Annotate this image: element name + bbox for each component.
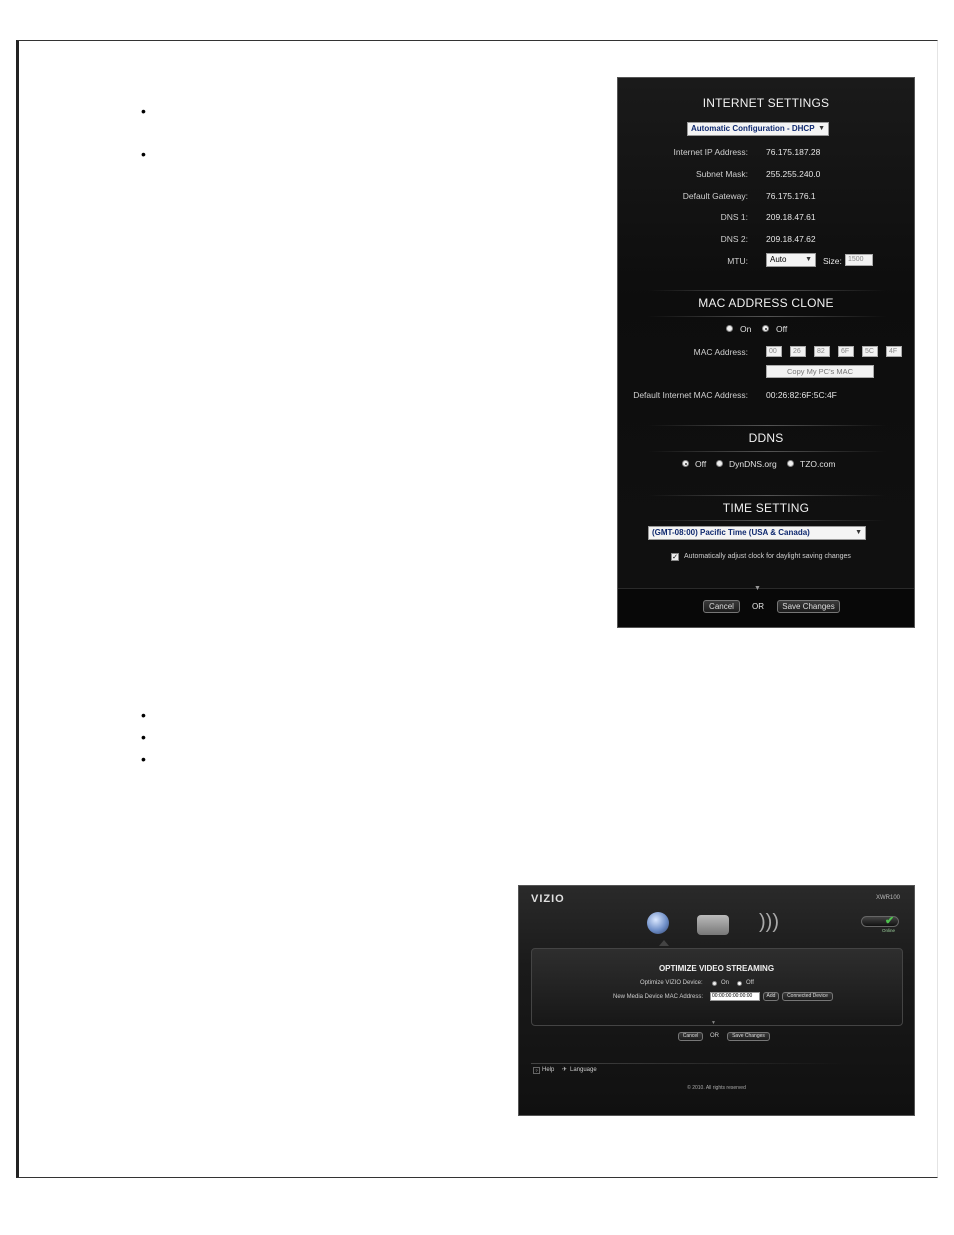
ip-address-label: Internet IP Address: <box>673 147 749 157</box>
save-changes-button[interactable]: Save Changes <box>727 1032 770 1041</box>
help-link[interactable]: Help <box>542 1067 554 1073</box>
size-label: Size: <box>823 256 842 266</box>
dns2-value: 209.18.47.62 <box>766 234 816 244</box>
mtu-size-input[interactable]: 1500 <box>845 254 873 266</box>
internet-settings-screenshot: INTERNET SETTINGS Automatic Configuratio… <box>617 77 915 628</box>
ddns-dyndns-label: DynDNS.org <box>729 459 777 469</box>
divider <box>648 451 886 452</box>
ddns-off-radio[interactable] <box>682 460 689 467</box>
bullet: • <box>141 146 146 162</box>
ddns-dyndns-radio[interactable] <box>716 460 723 467</box>
model-label: XWR100 <box>875 895 900 901</box>
internet-settings-title: INTERNET SETTINGS <box>702 96 830 110</box>
connection-type-select[interactable]: Automatic Configuration - DHCP ▼ <box>687 122 829 136</box>
cancel-button[interactable]: Cancel <box>703 600 740 613</box>
optimize-on-radio[interactable] <box>712 981 717 986</box>
chevron-down-icon: ▼ <box>711 1020 716 1026</box>
footer-bar <box>618 588 914 627</box>
settings-gear-icon[interactable] <box>647 912 669 934</box>
ddns-title: DDNS <box>748 431 784 445</box>
chevron-down-icon: ▼ <box>805 256 812 263</box>
mac-octet-input[interactable]: 26 <box>790 346 806 357</box>
cancel-button[interactable]: Cancel <box>678 1032 703 1041</box>
subnet-mask-value: 255.255.240.0 <box>766 169 821 179</box>
subnet-mask-label: Subnet Mask: <box>696 169 748 179</box>
mac-octet-input[interactable]: 6F <box>838 346 854 357</box>
active-tab-pointer-icon <box>659 940 669 946</box>
chevron-down-icon: ▼ <box>818 125 825 132</box>
connected-device-button[interactable]: Connected Device <box>782 992 833 1001</box>
video-streaming-screenshot: VIZIO XWR100 ))) ✔ Online OPTIMIZE VIDEO… <box>518 885 915 1116</box>
save-changes-button[interactable]: Save Changes <box>777 600 840 613</box>
ddns-tzo-radio[interactable] <box>787 460 794 467</box>
media-mac-input[interactable]: 00:00:00:00:00:00 <box>710 992 760 1001</box>
copyright: © 2010. All rights reserved <box>687 1085 746 1091</box>
mac-address-label: MAC Address: <box>693 347 748 357</box>
optimize-off-radio[interactable] <box>737 981 742 986</box>
optimize-panel <box>531 948 903 1026</box>
check-icon: ✔ <box>885 915 895 927</box>
mac-clone-on-radio[interactable] <box>726 325 733 332</box>
wireless-icon[interactable]: ))) <box>759 912 779 932</box>
optimize-off-label: Off <box>746 980 754 986</box>
timezone-select[interactable]: (GMT-08:00) Pacific Time (USA & Canada) … <box>648 526 866 540</box>
mac-octet-input[interactable]: 82 <box>814 346 830 357</box>
language-icon: ✈ <box>562 1067 568 1073</box>
or-label: OR <box>752 602 764 611</box>
divider <box>648 425 886 426</box>
mac-clone-off-label: Off <box>776 324 788 334</box>
divider <box>648 316 886 317</box>
mac-octet-input[interactable]: 00 <box>766 346 782 357</box>
chevron-down-icon: ▼ <box>855 529 862 536</box>
mac-clone-on-label: On <box>740 324 752 334</box>
mac-clone-off-radio[interactable] <box>762 325 769 332</box>
divider <box>648 495 886 496</box>
mac-octet-input[interactable]: 4F <box>886 346 902 357</box>
dns1-label: DNS 1: <box>720 212 748 222</box>
mtu-select[interactable]: Auto ▼ <box>766 253 816 267</box>
vizio-logo: VIZIO <box>531 893 565 905</box>
mtu-label: MTU: <box>727 256 748 266</box>
gateway-value: 76.175.176.1 <box>766 191 816 201</box>
gateway-label: Default Gateway: <box>682 191 748 201</box>
connection-type-value: Automatic Configuration - DHCP <box>691 124 815 133</box>
ip-address-value: 76.175.187.28 <box>766 147 821 157</box>
mac-octet-input[interactable]: 5C <box>862 346 878 357</box>
router-icon[interactable] <box>697 915 729 935</box>
dns2-label: DNS 2: <box>720 234 748 244</box>
bullet: • <box>141 103 146 119</box>
mtu-value: Auto <box>770 255 787 264</box>
language-link[interactable]: Language <box>570 1067 597 1073</box>
time-setting-title: TIME SETTING <box>722 501 810 515</box>
ddns-off-label: Off <box>695 459 707 469</box>
bullet: • <box>141 729 146 745</box>
help-icon[interactable]: ? <box>533 1067 540 1074</box>
or-label: OR <box>710 1033 719 1039</box>
divider <box>648 290 886 291</box>
dns1-value: 209.18.47.61 <box>766 212 816 222</box>
divider <box>648 520 886 521</box>
ddns-tzo-label: TZO.com <box>800 459 836 469</box>
default-mac-label: Default Internet MAC Address: <box>633 390 748 400</box>
optimize-device-label: Optimize VIZIO Device: <box>640 980 703 986</box>
default-mac-value: 00:26:82:6F:5C:4F <box>766 390 837 400</box>
optimize-title: OPTIMIZE VIDEO STREAMING <box>658 964 775 973</box>
online-status: Online <box>882 928 896 933</box>
add-button[interactable]: Add <box>763 992 779 1001</box>
optimize-on-label: On <box>721 980 730 986</box>
bullet: • <box>141 751 146 767</box>
divider <box>531 1063 849 1064</box>
timezone-value: (GMT-08:00) Pacific Time (USA & Canada) <box>652 528 810 537</box>
mac-clone-title: MAC ADDRESS CLONE <box>698 296 834 310</box>
chevron-down-icon: ▼ <box>754 585 761 592</box>
copy-pc-mac-button[interactable]: Copy My PC's MAC <box>766 365 874 378</box>
dst-checkbox[interactable]: ✓ <box>671 553 679 561</box>
dst-label: Automatically adjust clock for daylight … <box>684 553 851 560</box>
bullet: • <box>141 707 146 723</box>
media-mac-label: New Media Device MAC Address: <box>613 994 704 1000</box>
